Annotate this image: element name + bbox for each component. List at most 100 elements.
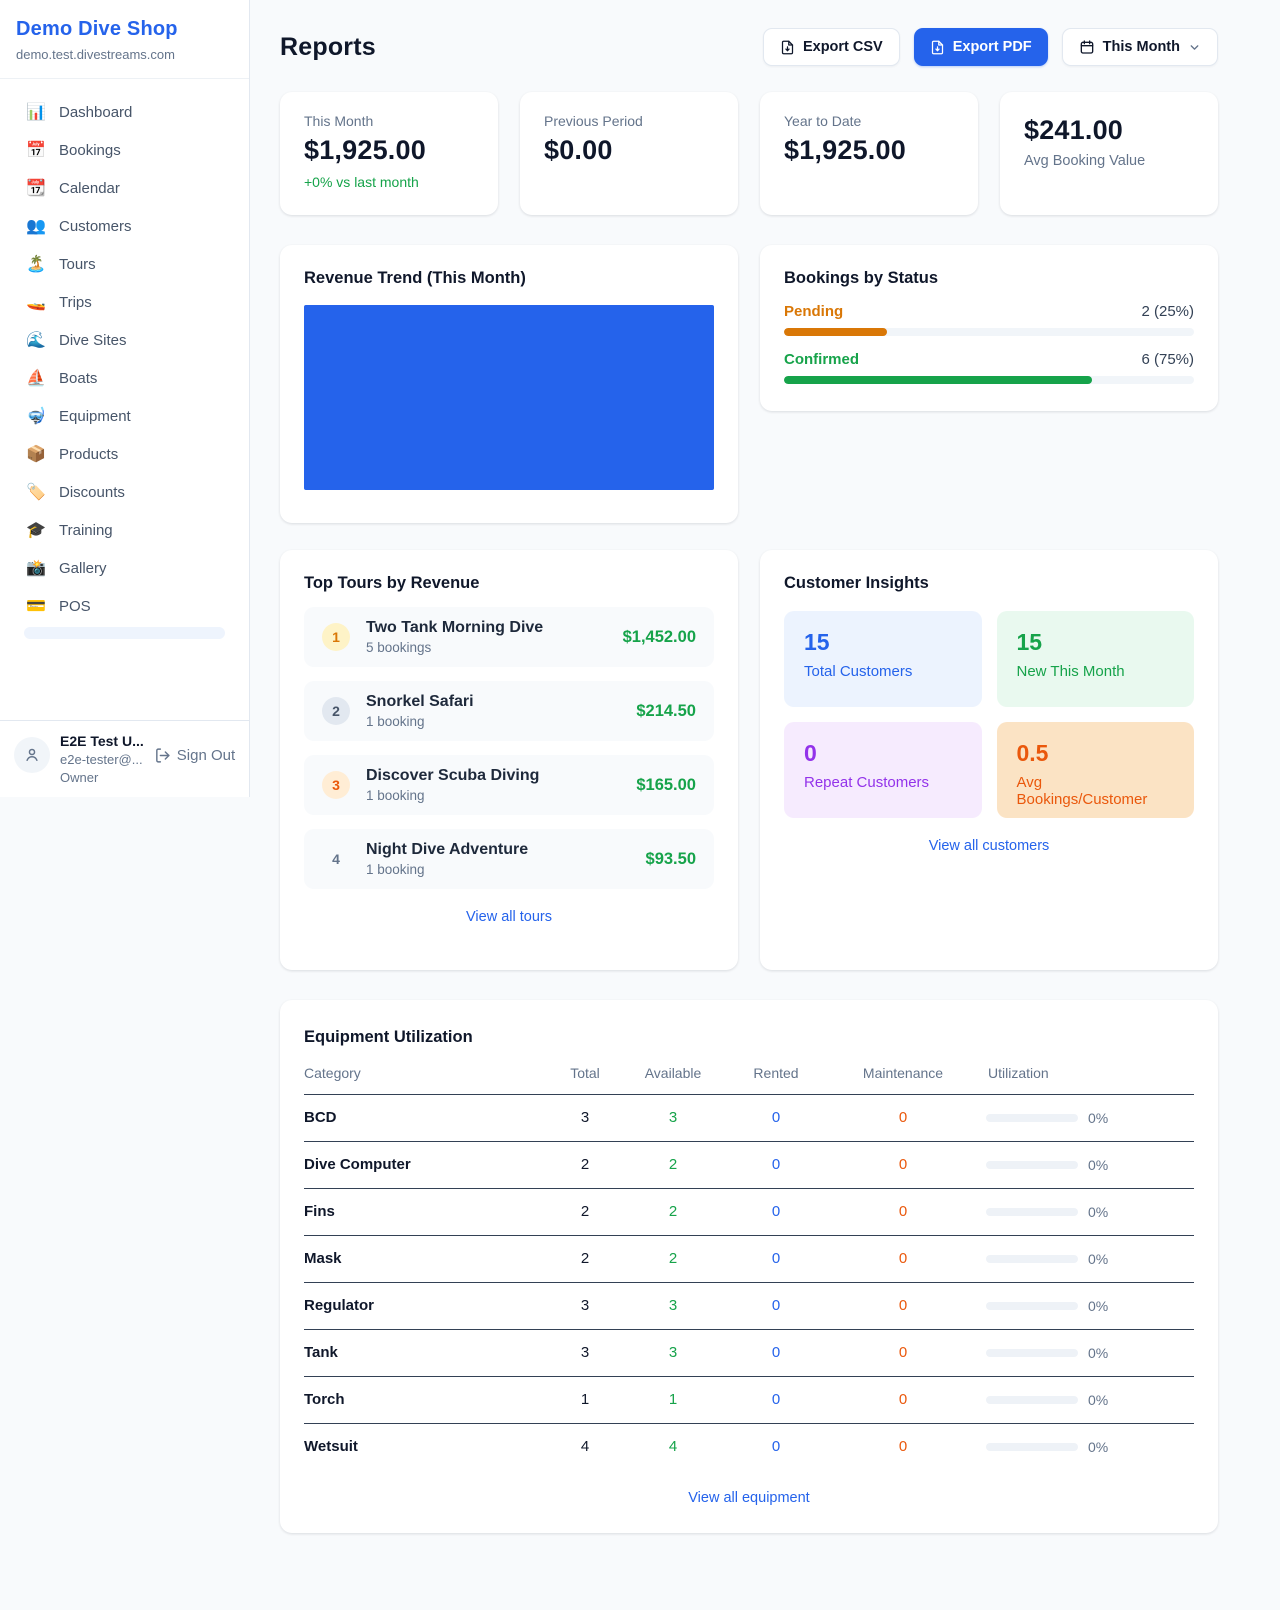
bar-chart-icon: 📊: [26, 105, 46, 121]
sidebar-item-calendar[interactable]: 📆 Calendar: [12, 171, 237, 206]
table-row: Tank 3 3 0 0 0%: [304, 1330, 1194, 1377]
sidebar-item-label: Dive Sites: [59, 332, 127, 349]
rank-badge: 3: [322, 771, 350, 799]
sidebar-item-discounts[interactable]: 🏷️ Discounts: [12, 475, 237, 510]
sidebar-item-customers[interactable]: 👥 Customers: [12, 209, 237, 244]
cell-total: 2: [556, 1236, 614, 1283]
cell-available: 4: [614, 1424, 732, 1471]
col-maintenance: Maintenance: [820, 1065, 986, 1095]
utilization-bar: [986, 1349, 1078, 1357]
cell-category: Dive Computer: [304, 1142, 556, 1189]
sidebar-item-gallery[interactable]: 📸 Gallery: [12, 551, 237, 586]
stat-value: $241.00: [1024, 115, 1194, 146]
cell-available: 1: [614, 1377, 732, 1424]
speedboat-icon: 🚤: [26, 295, 46, 311]
user-section: E2E Test U... e2e-tester@... Owner Sign …: [0, 720, 249, 797]
col-category: Category: [304, 1065, 556, 1095]
sidebar-item-boats[interactable]: ⛵ Boats: [12, 361, 237, 396]
stat-value: $0.00: [544, 135, 714, 166]
revenue-trend-card: Revenue Trend (This Month): [280, 245, 738, 523]
tile-label: New This Month: [1017, 663, 1175, 680]
sidebar-item-bookings[interactable]: 📅 Bookings: [12, 133, 237, 168]
sidebar-item-dashboard[interactable]: 📊 Dashboard: [12, 95, 237, 130]
utilization-bar: [986, 1255, 1078, 1263]
cell-available: 2: [614, 1236, 732, 1283]
sidebar-item-dive-sites[interactable]: 🌊 Dive Sites: [12, 323, 237, 358]
progress-track: [784, 328, 1194, 336]
utilization-bar: [986, 1302, 1078, 1310]
calendar-date-icon: 📅: [26, 143, 46, 159]
tour-name: Discover Scuba Diving: [366, 767, 539, 785]
period-selector[interactable]: This Month: [1062, 28, 1218, 66]
tour-name: Two Tank Morning Dive: [366, 619, 543, 637]
cell-utilization: 0%: [1088, 1298, 1108, 1314]
cell-maintenance: 0: [820, 1142, 986, 1189]
sidebar-item-label: Customers: [59, 218, 132, 235]
credit-card-icon: 💳: [26, 599, 46, 615]
revenue-trend-chart: [304, 305, 714, 490]
sidebar-item-training[interactable]: 🎓 Training: [12, 513, 237, 548]
sign-out-label: Sign Out: [177, 747, 235, 764]
status-label: Pending: [784, 303, 843, 320]
view-all-customers-link[interactable]: View all customers: [784, 838, 1194, 854]
cell-available: 3: [614, 1095, 732, 1142]
cell-available: 2: [614, 1142, 732, 1189]
tour-bookings: 1 booking: [366, 714, 474, 729]
export-csv-label: Export CSV: [803, 39, 883, 55]
col-total: Total: [556, 1065, 614, 1095]
cell-total: 4: [556, 1424, 614, 1471]
page-header: Reports Export CSV Export PDF This Month: [280, 28, 1218, 66]
cell-rented: 0: [732, 1424, 820, 1471]
export-csv-button[interactable]: Export CSV: [763, 28, 900, 66]
shop-domain: demo.test.divestreams.com: [16, 47, 233, 62]
wave-icon: 🌊: [26, 333, 46, 349]
utilization-bar: [986, 1114, 1078, 1122]
tile-label: Repeat Customers: [804, 774, 962, 791]
period-selector-value: This Month: [1103, 39, 1180, 55]
sidebar-item-tours[interactable]: 🏝️ Tours: [12, 247, 237, 282]
stat-card-avg-booking-value: $241.00 Avg Booking Value: [1000, 92, 1218, 215]
tour-amount: $165.00: [636, 776, 696, 795]
tour-name: Night Dive Adventure: [366, 841, 528, 859]
chevron-down-icon: [1188, 41, 1201, 54]
sidebar: Demo Dive Shop demo.test.divestreams.com…: [0, 0, 250, 797]
table-row: Mask 2 2 0 0 0%: [304, 1236, 1194, 1283]
sidebar-item-pos[interactable]: 💳 POS: [12, 589, 237, 624]
tile-total-customers: 15 Total Customers: [784, 611, 982, 707]
status-count: 2 (25%): [1141, 303, 1194, 320]
cell-rented: 0: [732, 1283, 820, 1330]
insight-tiles: 15 Total Customers 15 New This Month 0 R…: [784, 611, 1194, 818]
rank-badge: 1: [322, 623, 350, 651]
status-row-pending: Pending 2 (25%): [784, 303, 1194, 336]
tour-bookings: 1 booking: [366, 862, 528, 877]
table-row: Wetsuit 4 4 0 0 0%: [304, 1424, 1194, 1471]
sidebar-item-label: Tours: [59, 256, 96, 273]
progress-fill: [784, 376, 1092, 384]
tour-amount: $214.50: [636, 702, 696, 721]
sidebar-item-equipment[interactable]: 🤿 Equipment: [12, 399, 237, 434]
rank-badge: 4: [322, 845, 350, 873]
sidebar-item-trips[interactable]: 🚤 Trips: [12, 285, 237, 320]
tour-row: 2 Snorkel Safari 1 booking $214.50: [304, 681, 714, 741]
sailboat-icon: ⛵: [26, 371, 46, 387]
tile-value: 0.5: [1017, 740, 1175, 767]
cell-utilization: 0%: [1088, 1439, 1108, 1455]
sidebar-item-products[interactable]: 📦 Products: [12, 437, 237, 472]
cell-category: Wetsuit: [304, 1424, 556, 1471]
export-pdf-button[interactable]: Export PDF: [914, 28, 1048, 66]
table-row: BCD 3 3 0 0 0%: [304, 1095, 1194, 1142]
user-info: E2E Test U... e2e-tester@... Owner: [60, 733, 144, 785]
stat-card-year-to-date: Year to Date $1,925.00: [760, 92, 978, 215]
status-count: 6 (75%): [1141, 351, 1194, 368]
view-all-tours-link[interactable]: View all tours: [304, 909, 714, 925]
rank-badge: 2: [322, 697, 350, 725]
cell-category: Torch: [304, 1377, 556, 1424]
sign-out-button[interactable]: Sign Out: [154, 747, 235, 764]
sidebar-item-label: Calendar: [59, 180, 120, 197]
cell-maintenance: 0: [820, 1330, 986, 1377]
camera-icon: 📸: [26, 561, 46, 577]
tour-name: Snorkel Safari: [366, 693, 474, 711]
sidebar-item-active-partial[interactable]: [24, 627, 225, 639]
view-all-equipment-link[interactable]: View all equipment: [304, 1490, 1194, 1506]
cell-rented: 0: [732, 1236, 820, 1283]
